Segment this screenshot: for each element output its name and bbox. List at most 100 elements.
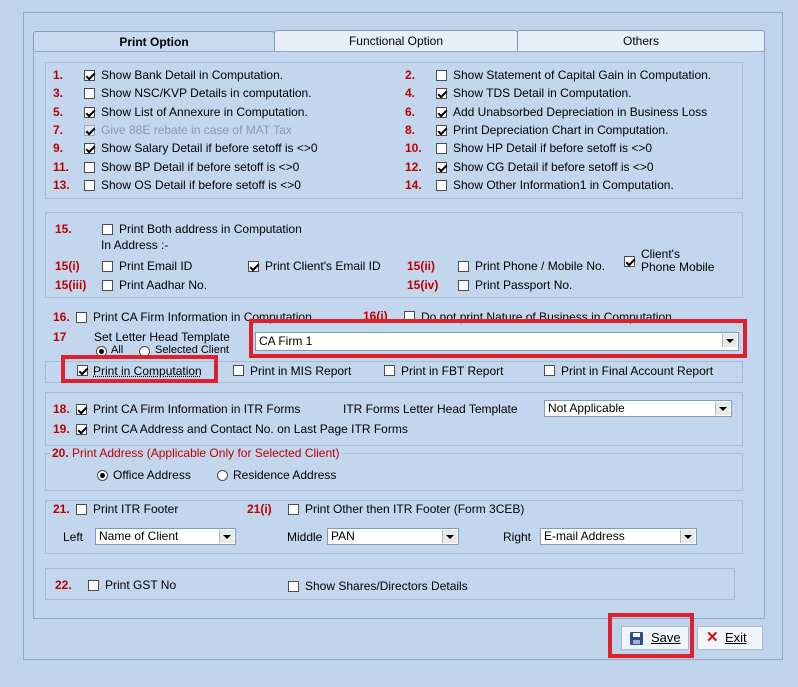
print-both-address-label: Print Both address in Computation xyxy=(119,222,302,236)
highlight-template-select xyxy=(249,319,747,358)
print-in-final-account-checkbox[interactable] xyxy=(544,365,555,376)
radio-residence-address[interactable] xyxy=(217,470,228,481)
option-checkbox[interactable] xyxy=(84,124,95,136)
print-in-mis-label: Print in MIS Report xyxy=(250,364,352,378)
in-address-label: In Address :- xyxy=(101,238,169,252)
option-number: 8. xyxy=(405,122,416,137)
tab-functional-option[interactable]: Functional Option xyxy=(274,30,518,51)
option-number: 4. xyxy=(405,86,416,101)
print-client-email-checkbox[interactable] xyxy=(248,261,259,272)
chevron-down-icon xyxy=(680,530,695,543)
print-client-email-label: Print Client's Email ID xyxy=(265,259,381,273)
option-number: 3. xyxy=(53,86,64,101)
footer-left-label: Left xyxy=(63,530,84,544)
print-phone-label: Print Phone / Mobile No. xyxy=(475,259,606,273)
print-other-footer-checkbox[interactable] xyxy=(288,504,299,515)
print-address-legend: 20. Print Address (Applicable Only for S… xyxy=(50,446,342,460)
option-checkbox[interactable] xyxy=(436,88,447,100)
option-label: Show HP Detail if before setoff is <>0 xyxy=(453,141,653,156)
footer-right-select[interactable]: E-mail Address xyxy=(540,528,697,545)
itr-template-label: ITR Forms Letter Head Template xyxy=(343,402,518,416)
print-aadhar-checkbox[interactable] xyxy=(102,280,113,291)
option-label: Show Bank Detail in Computation. xyxy=(101,68,284,82)
option-number: 5. xyxy=(53,104,64,119)
option-number: 12. xyxy=(405,159,422,174)
option-checkbox[interactable] xyxy=(84,106,95,118)
s18-number: 18. xyxy=(53,402,70,416)
option-number: 7. xyxy=(53,122,64,137)
print-passport-label: Print Passport No. xyxy=(475,278,573,292)
print-phone-checkbox[interactable] xyxy=(458,261,469,272)
s15iv-number: 15(iv) xyxy=(407,278,439,292)
highlight-save-button xyxy=(608,613,694,658)
option-checkbox[interactable] xyxy=(84,88,95,100)
option-checkbox[interactable] xyxy=(436,161,447,173)
option-number: 9. xyxy=(53,141,64,156)
print-gst-label: Print GST No xyxy=(105,578,177,592)
option-label: Show List of Annexure in Computation. xyxy=(101,104,308,119)
option-number: 2. xyxy=(405,68,416,82)
itr-template-select[interactable]: Not Applicable xyxy=(544,400,732,417)
show-shares-directors-label: Show Shares/Directors Details xyxy=(305,579,468,593)
s21-number: 21. xyxy=(53,502,70,516)
print-email-label: Print Email ID xyxy=(119,259,193,273)
option-label: Show NSC/KVP Details in computation. xyxy=(101,86,312,101)
print-in-fbt-label: Print in FBT Report xyxy=(401,364,504,378)
print-other-footer-label: Print Other then ITR Footer (Form 3CEB) xyxy=(305,502,525,516)
print-in-final-account-label: Print in Final Account Report xyxy=(561,364,714,378)
print-ca-address-itr-checkbox[interactable] xyxy=(76,424,87,435)
footer-left-select[interactable]: Name of Client xyxy=(95,528,236,545)
s19-number: 19. xyxy=(53,422,70,436)
option-number: 10. xyxy=(405,141,422,156)
option-label: Show Statement of Capital Gain in Comput… xyxy=(453,68,712,82)
option-label: Print Depreciation Chart in Computation. xyxy=(453,122,669,137)
tab-others[interactable]: Others xyxy=(517,30,765,51)
chevron-down-icon xyxy=(442,530,457,543)
print-gst-checkbox[interactable] xyxy=(88,580,99,591)
option-checkbox[interactable] xyxy=(84,70,95,81)
close-icon: ✕ xyxy=(706,629,719,646)
print-in-fbt-checkbox[interactable] xyxy=(384,365,395,376)
option-label: Show Other Information1 in Computation. xyxy=(453,177,674,192)
print-ca-firm-computation-checkbox[interactable] xyxy=(76,312,87,323)
option-label: Give 88E rebate in case of MAT Tax xyxy=(101,122,292,137)
office-address-label: Office Address xyxy=(113,468,191,482)
print-both-address-checkbox[interactable] xyxy=(102,224,113,235)
option-number: 11. xyxy=(53,159,70,174)
residence-address-label: Residence Address xyxy=(233,468,337,482)
option-checkbox[interactable] xyxy=(436,124,447,136)
option-checkbox[interactable] xyxy=(84,161,95,173)
highlight-print-in-computation xyxy=(61,355,218,383)
option-checkbox[interactable] xyxy=(436,70,447,81)
s15i-number: 15(i) xyxy=(55,259,80,273)
option-label: Show OS Detail if before setoff is <>0 xyxy=(101,177,301,192)
option-checkbox[interactable] xyxy=(436,106,447,118)
client-phone-mobile-checkbox[interactable] xyxy=(624,256,635,267)
option-label: Show TDS Detail in Computation. xyxy=(453,86,632,101)
s15-number: 15. xyxy=(55,222,72,236)
option-checkbox[interactable] xyxy=(436,179,447,191)
print-itr-footer-checkbox[interactable] xyxy=(76,504,87,515)
option-checkbox[interactable] xyxy=(84,179,95,191)
print-in-mis-checkbox[interactable] xyxy=(233,365,244,376)
option-number: 13. xyxy=(53,177,70,192)
s17-number: 17 xyxy=(53,330,67,344)
option-label: Add Unabsorbed Depreciation in Business … xyxy=(453,104,708,119)
print-itr-footer-label: Print ITR Footer xyxy=(93,502,179,516)
tab-print-option[interactable]: Print Option xyxy=(33,31,275,53)
footer-right-label: Right xyxy=(503,530,532,544)
footer-middle-select[interactable]: PAN xyxy=(327,528,459,545)
option-number: 1. xyxy=(53,68,64,82)
option-checkbox[interactable] xyxy=(436,143,447,155)
print-passport-checkbox[interactable] xyxy=(458,280,469,291)
option-checkbox[interactable] xyxy=(84,143,95,155)
show-shares-directors-checkbox[interactable] xyxy=(288,581,299,592)
print-ca-firm-itr-checkbox[interactable] xyxy=(76,404,87,415)
print-email-checkbox[interactable] xyxy=(102,261,113,272)
print-ca-firm-itr-label: Print CA Firm Information in ITR Forms xyxy=(93,402,301,416)
option-number: 6. xyxy=(405,104,416,119)
exit-button[interactable]: ✕ Exit xyxy=(697,626,763,650)
print-ca-address-itr-label: Print CA Address and Contact No. on Last… xyxy=(93,422,408,436)
radio-office-address[interactable] xyxy=(97,470,108,481)
option-label: Show CG Detail if before setoff is <>0 xyxy=(453,159,654,174)
